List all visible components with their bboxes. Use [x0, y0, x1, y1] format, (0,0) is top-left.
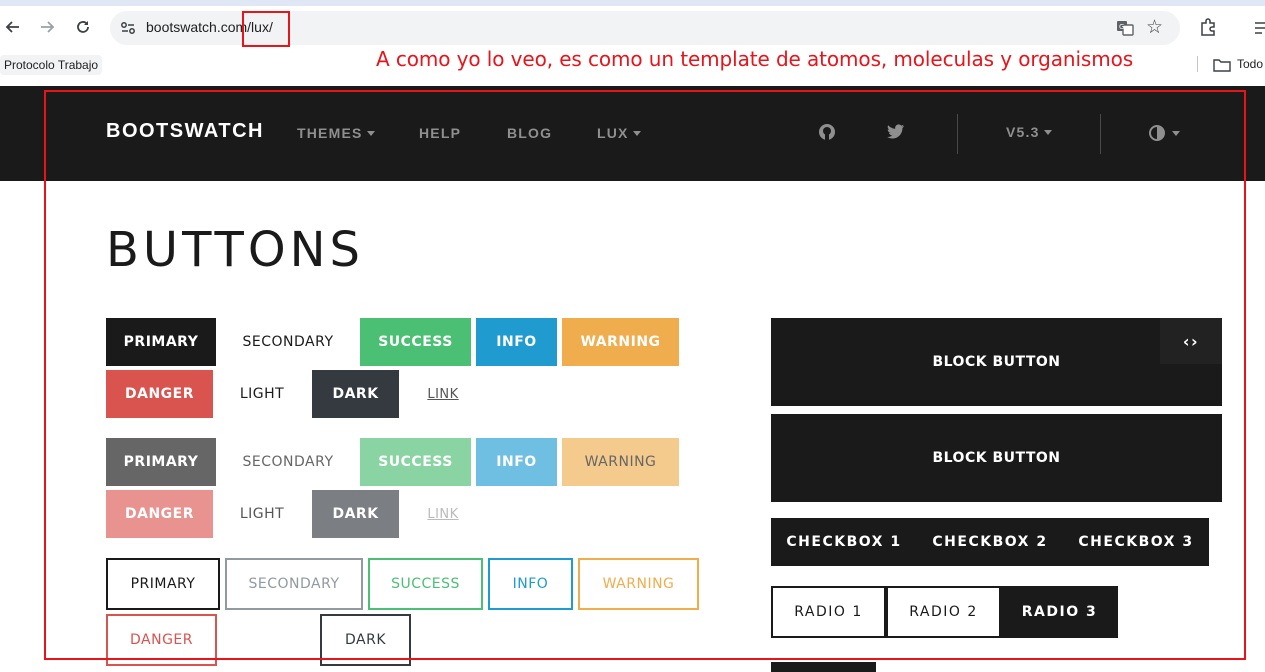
- bookmarks-all-label[interactable]: Todo: [1237, 57, 1263, 71]
- annotation-frame: [44, 90, 1246, 660]
- url-highlight-box: [242, 11, 290, 47]
- folder-icon[interactable]: [1213, 58, 1231, 72]
- browser-menu-icon[interactable]: [1254, 20, 1265, 36]
- partial-button[interactable]: [771, 662, 876, 672]
- svg-text:G: G: [1119, 23, 1124, 31]
- forward-arrow-icon[interactable]: [34, 14, 60, 40]
- bookmarks-divider: [1197, 56, 1198, 72]
- bookmark-protocolo-trabajo[interactable]: Protocolo Trabajo: [0, 55, 103, 75]
- extensions-icon[interactable]: [1198, 17, 1218, 37]
- back-arrow-icon[interactable]: [0, 14, 26, 40]
- translate-icon[interactable]: G: [1115, 18, 1135, 38]
- bookmark-star-icon[interactable]: ☆: [1146, 16, 1163, 39]
- site-info-icon[interactable]: [118, 18, 138, 38]
- reload-icon[interactable]: [70, 14, 96, 40]
- annotation-text: A como yo lo veo, es como un template de…: [376, 47, 1134, 71]
